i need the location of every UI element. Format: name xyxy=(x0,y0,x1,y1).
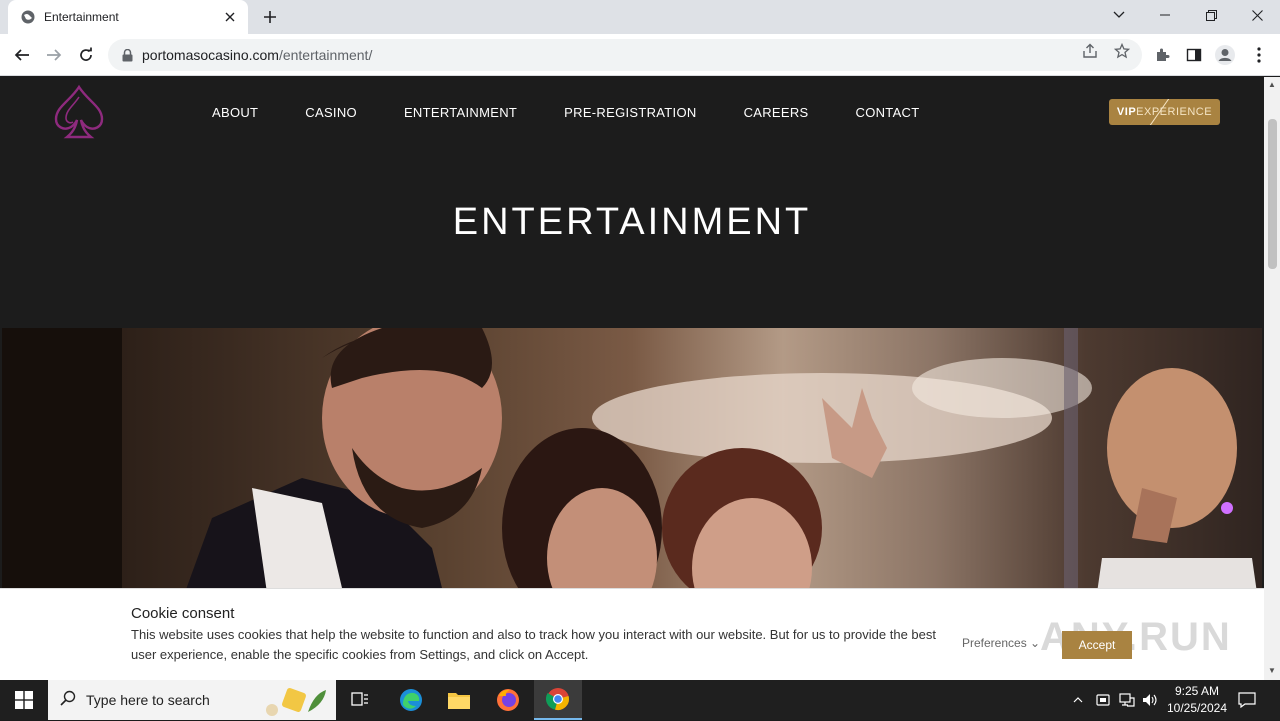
scroll-down-icon[interactable]: ▼ xyxy=(1268,667,1276,675)
search-highlight-icon xyxy=(264,684,330,721)
vip-experience-button[interactable]: VIP EXPERIENCE xyxy=(1109,99,1220,125)
reload-icon[interactable] xyxy=(72,41,100,69)
cookie-text: This website uses cookies that help the … xyxy=(131,627,936,662)
scrollbar-thumb[interactable] xyxy=(1268,119,1277,269)
spade-logo-icon[interactable] xyxy=(52,83,106,141)
tab-search-icon[interactable] xyxy=(1096,0,1142,30)
meet-now-icon[interactable] xyxy=(1094,690,1112,710)
cookie-accept-button[interactable]: Accept xyxy=(1062,631,1132,659)
new-tab-button[interactable] xyxy=(258,6,282,28)
close-tab-icon[interactable] xyxy=(222,9,238,25)
vip-rest-label: EXPERIENCE xyxy=(1136,106,1213,118)
extensions-icon[interactable] xyxy=(1151,44,1173,66)
minimize-icon[interactable] xyxy=(1142,0,1188,30)
page-scrollbar[interactable]: ▲ ▼ xyxy=(1264,77,1280,680)
windows-taskbar: Type here to search 9:25 AM 10/25/2024 xyxy=(0,680,1280,720)
volume-icon[interactable] xyxy=(1141,690,1159,710)
windows-start-icon[interactable] xyxy=(0,680,48,720)
nav-pre-registration[interactable]: PRE-REGISTRATION xyxy=(564,105,696,120)
tab-title: Entertainment xyxy=(44,10,119,24)
share-icon[interactable] xyxy=(1081,42,1099,60)
back-arrow-icon[interactable] xyxy=(8,41,36,69)
cookie-title: Cookie consent xyxy=(131,605,235,622)
edge-browser-icon[interactable] xyxy=(387,680,435,720)
side-panel-icon[interactable] xyxy=(1183,44,1205,66)
main-nav: ABOUT CASINO ENTERTAINMENT PRE-REGISTRAT… xyxy=(212,105,966,120)
cookie-consent-banner: Cookie consent This website uses cookies… xyxy=(0,588,1264,680)
nav-contact[interactable]: CONTACT xyxy=(856,105,920,120)
taskbar-clock[interactable]: 9:25 AM 10/25/2024 xyxy=(1160,683,1234,717)
chevron-down-icon: ⌄ xyxy=(1030,636,1041,650)
nav-about[interactable]: ABOUT xyxy=(212,105,258,120)
browser-toolbar: portomasocasino.com/entertainment/ xyxy=(0,34,1280,76)
search-icon xyxy=(60,690,76,711)
network-icon[interactable] xyxy=(1117,690,1137,710)
clock-time: 9:25 AM xyxy=(1174,684,1220,698)
cookie-preferences-link[interactable]: Preferences ⌄ xyxy=(962,636,1040,650)
globe-icon xyxy=(20,9,36,25)
notification-center-icon[interactable] xyxy=(1236,690,1258,710)
task-view-icon[interactable] xyxy=(336,680,384,720)
close-window-icon[interactable] xyxy=(1234,0,1280,30)
clock-date: 10/25/2024 xyxy=(1166,701,1228,715)
vip-bold-label: VIP xyxy=(1116,106,1137,118)
bookmark-star-icon[interactable] xyxy=(1113,42,1131,60)
hero-photo xyxy=(2,328,1262,628)
nav-careers[interactable]: CAREERS xyxy=(744,105,809,120)
profile-avatar-icon[interactable] xyxy=(1214,44,1236,66)
page-title: ENTERTAINMENT xyxy=(452,201,812,243)
web-page: ABOUT CASINO ENTERTAINMENT PRE-REGISTRAT… xyxy=(0,77,1264,680)
restore-icon[interactable] xyxy=(1188,0,1234,30)
nav-entertainment[interactable]: ENTERTAINMENT xyxy=(404,105,517,120)
preferences-label: Preferences xyxy=(962,636,1027,650)
kebab-menu-icon[interactable] xyxy=(1248,44,1270,66)
lock-icon[interactable] xyxy=(120,48,134,62)
browser-tab[interactable]: Entertainment xyxy=(8,0,248,34)
chrome-icon[interactable] xyxy=(534,680,582,720)
firefox-icon[interactable] xyxy=(484,680,532,720)
nav-casino[interactable]: CASINO xyxy=(305,105,357,120)
url-text: portomasocasino.com/entertainment/ xyxy=(142,47,372,63)
url-domain: portomasocasino.com xyxy=(142,47,279,63)
tab-strip: Entertainment xyxy=(0,0,1280,34)
file-explorer-icon[interactable] xyxy=(435,680,483,720)
url-path: /entertainment/ xyxy=(278,47,373,63)
address-bar[interactable]: portomasocasino.com/entertainment/ xyxy=(108,39,1142,71)
show-hidden-icons-chevron-icon[interactable] xyxy=(1070,690,1086,710)
search-placeholder: Type here to search xyxy=(86,692,210,708)
taskbar-search-box[interactable]: Type here to search xyxy=(48,680,336,720)
forward-arrow-icon[interactable] xyxy=(40,41,68,69)
scroll-up-icon[interactable]: ▲ xyxy=(1268,81,1276,89)
